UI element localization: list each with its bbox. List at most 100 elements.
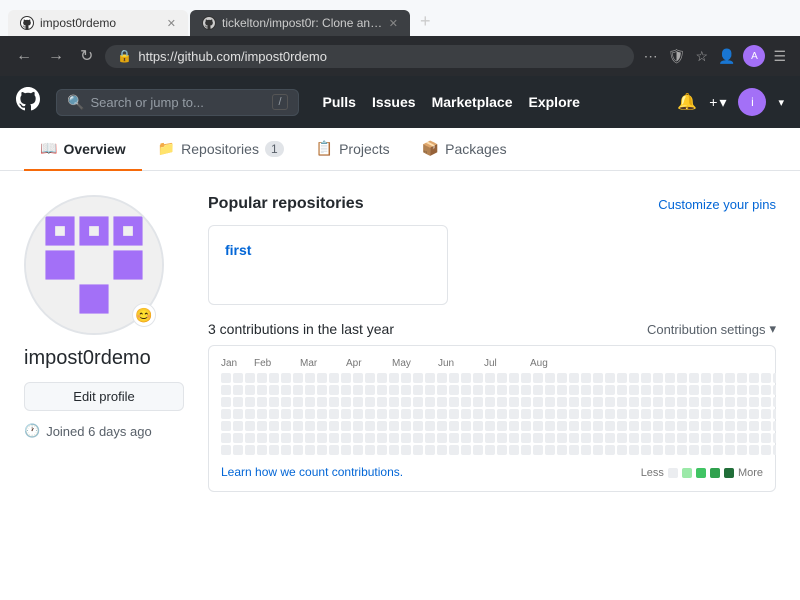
profile-icon[interactable]: 👤 [716, 46, 737, 67]
learn-contributions-link[interactable]: Learn how we count contributions. [221, 465, 403, 479]
graph-cell [581, 421, 591, 431]
graph-cell [269, 421, 279, 431]
graph-cell [497, 385, 507, 395]
graph-cell [341, 421, 351, 431]
graph-cell [449, 385, 459, 395]
notification-bell[interactable]: 🔔 [677, 92, 697, 112]
github-logo[interactable] [16, 87, 40, 117]
search-box[interactable]: 🔍 / [56, 89, 299, 116]
graph-cell [401, 397, 411, 407]
graph-week [629, 373, 639, 455]
graph-cell [545, 385, 555, 395]
graph-cell [509, 445, 519, 455]
graph-cell [413, 433, 423, 443]
graph-cell [533, 373, 543, 383]
graph-week [353, 373, 363, 455]
tab-packages[interactable]: 📦 Packages [406, 128, 523, 171]
create-menu[interactable]: + ▾ [709, 94, 726, 111]
graph-cell [761, 445, 771, 455]
nav-pulls[interactable]: Pulls [323, 94, 356, 110]
menu-icon[interactable]: ☰ [771, 46, 788, 67]
graph-week [365, 373, 375, 455]
month-jan: Jan [221, 358, 254, 369]
graph-cell [653, 421, 663, 431]
shield-icon[interactable]: 🛡 [666, 46, 688, 67]
graph-cell [413, 409, 423, 419]
tab-projects[interactable]: 📋 Projects [300, 128, 406, 171]
graph-week [461, 373, 471, 455]
graph-cell [749, 421, 759, 431]
graph-cell [665, 409, 675, 419]
graph-cell [533, 421, 543, 431]
user-avatar-nav[interactable]: i [738, 88, 766, 116]
tab-favicon-github [20, 16, 34, 30]
graph-cell [473, 433, 483, 443]
graph-cell [617, 373, 627, 383]
graph-cell [293, 385, 303, 395]
graph-cell [641, 385, 651, 395]
graph-cell [737, 397, 747, 407]
graph-cell [377, 445, 387, 455]
avatar-chevron[interactable]: ▾ [778, 96, 784, 109]
repo-cards: first [208, 225, 776, 305]
repo-count-badge: 1 [265, 141, 284, 157]
graph-cell [341, 385, 351, 395]
graph-cell [329, 433, 339, 443]
url-box[interactable]: 🔒 https://github.com/impost0rdemo [105, 45, 633, 68]
edit-profile-button[interactable]: Edit profile [24, 382, 184, 411]
nav-explore[interactable]: Explore [529, 94, 580, 110]
graph-cell [233, 385, 243, 395]
customize-pins-link[interactable]: Customize your pins [658, 197, 776, 212]
tab-overview[interactable]: 📖 Overview [24, 128, 142, 171]
tab-repositories[interactable]: 📁 Repositories 1 [142, 128, 300, 171]
browser-avatar[interactable]: A [743, 45, 765, 67]
graph-week [605, 373, 615, 455]
tab-active[interactable]: impost0rdemo ✕ [8, 10, 188, 36]
graph-cell [641, 409, 651, 419]
graph-footer: Learn how we count contributions. Less M… [221, 461, 763, 479]
month-may: May [392, 358, 438, 369]
search-input[interactable] [90, 95, 266, 110]
graph-cell [449, 445, 459, 455]
graph-cell [257, 385, 267, 395]
graph-cell [365, 397, 375, 407]
graph-cell [665, 433, 675, 443]
new-tab-button[interactable]: + [412, 7, 439, 36]
graph-cell [581, 409, 591, 419]
repo-card-name[interactable]: first [225, 242, 251, 258]
graph-cell [521, 397, 531, 407]
graph-cell [725, 445, 735, 455]
graph-cell [569, 445, 579, 455]
contribution-settings-button[interactable]: Contribution settings ▾ [647, 321, 776, 337]
bookmark-icon[interactable]: ☆ [693, 46, 710, 67]
reload-button[interactable]: ↻ [76, 44, 97, 68]
forward-button[interactable]: → [44, 45, 68, 67]
graph-cell [605, 409, 615, 419]
graph-cell [629, 385, 639, 395]
tab-close-active[interactable]: ✕ [167, 17, 176, 30]
extensions-icon[interactable]: ⋯ [642, 46, 660, 67]
graph-cell [605, 421, 615, 431]
graph-cell [773, 385, 776, 395]
back-button[interactable]: ← [12, 45, 36, 67]
graph-cell [605, 397, 615, 407]
graph-cell [689, 421, 699, 431]
graph-cell [413, 421, 423, 431]
graph-week [581, 373, 591, 455]
graph-cell [245, 445, 255, 455]
address-bar: ← → ↻ 🔒 https://github.com/impost0rdemo … [0, 36, 800, 76]
main-content: 📖 Overview 📁 Repositories 1 📋 Projects 📦… [0, 128, 800, 600]
graph-cell [509, 409, 519, 419]
emoji-button[interactable]: 😊 [132, 303, 156, 327]
tab-close-inactive[interactable]: ✕ [389, 17, 398, 30]
graph-cell [329, 421, 339, 431]
graph-cell [329, 373, 339, 383]
graph-cell [317, 397, 327, 407]
joined-text: Joined 6 days ago [46, 424, 152, 439]
graph-cell [353, 445, 363, 455]
nav-marketplace[interactable]: Marketplace [432, 94, 513, 110]
graph-cell [485, 433, 495, 443]
nav-issues[interactable]: Issues [372, 94, 416, 110]
tab-inactive[interactable]: tickelton/impost0r: Clone anot… ✕ [190, 10, 410, 36]
graph-cell [245, 397, 255, 407]
